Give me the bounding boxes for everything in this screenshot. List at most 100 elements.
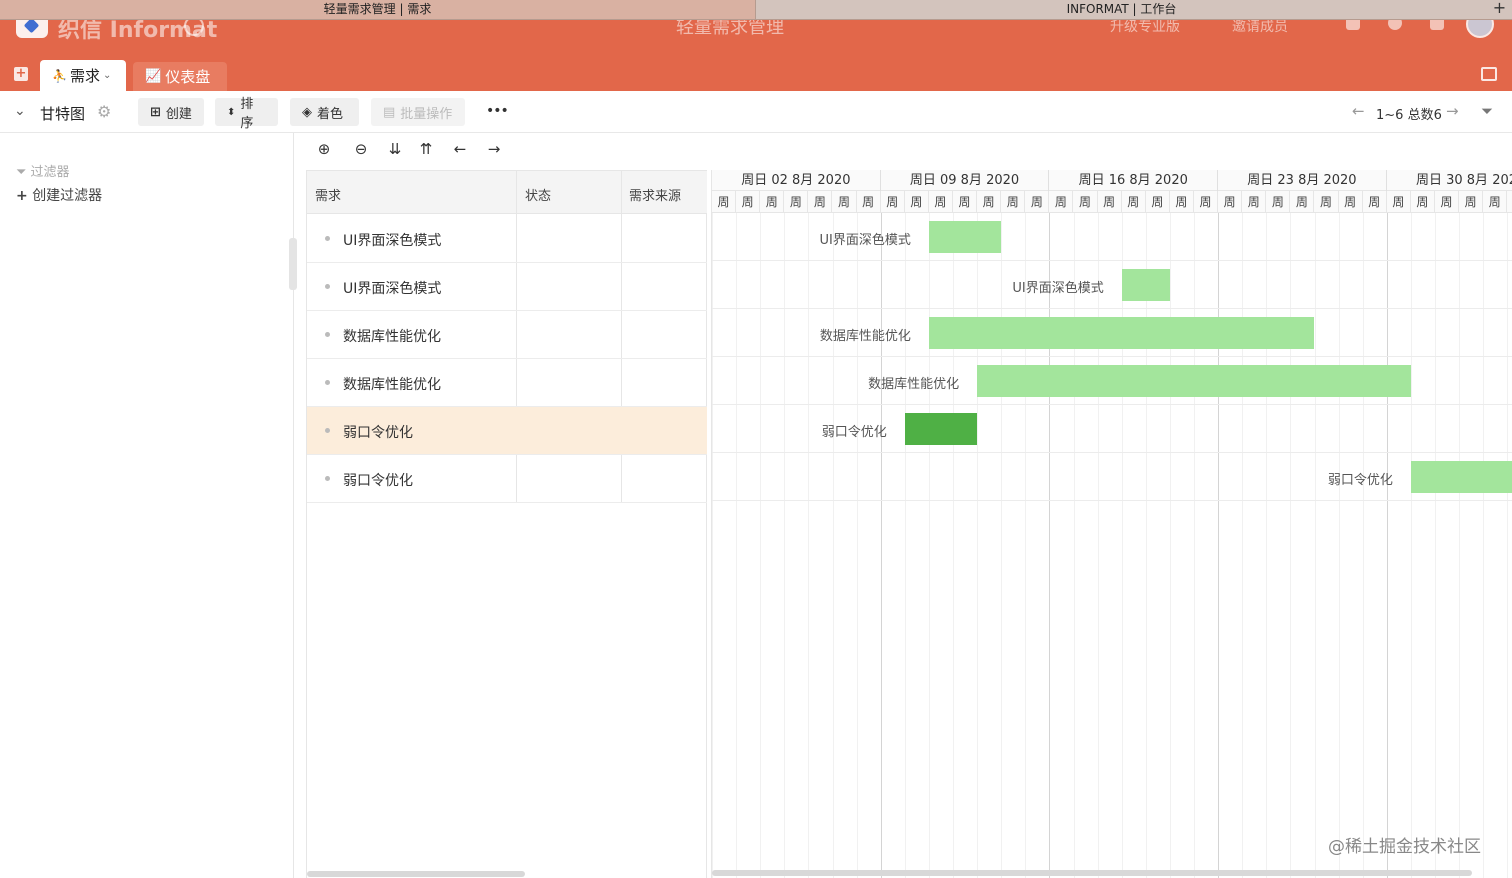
row-bullet	[325, 476, 330, 481]
plus-square-icon: ⊞	[150, 104, 161, 120]
gantt-bar-label: UI界面深色模式	[1012, 281, 1104, 296]
table-row[interactable]: 数据库性能优化	[307, 359, 707, 407]
color-button-label: 着色	[317, 106, 344, 122]
day-label: 周	[1387, 191, 1411, 213]
plus-icon: +	[16, 188, 28, 204]
row-requirement-name[interactable]: 数据库性能优化	[343, 326, 441, 346]
create-filter-button[interactable]: + 创建过滤器	[16, 185, 102, 205]
day-label: 周	[1074, 191, 1098, 213]
expand-all-icon[interactable]: ⇊	[385, 140, 405, 158]
gantt-timeline: 周日 02 8月 2020 周日 09 8月 2020 周日 16 8月 2020 周…	[711, 170, 1512, 878]
add-module-icon[interactable]: +	[14, 67, 28, 81]
week-label: 周日 16 8月 2020	[1049, 170, 1219, 191]
table-row[interactable]: 弱口令优化	[307, 407, 707, 455]
list-icon: ▤	[383, 104, 396, 120]
day-label: 周	[929, 191, 953, 213]
panel-collapse-handle[interactable]	[289, 238, 297, 290]
timeline-scrollbar[interactable]	[712, 870, 1472, 876]
paint-bucket-icon: ◈	[302, 104, 312, 120]
prev-page-arrow-icon[interactable]: ←	[1352, 102, 1365, 120]
column-header-source[interactable]: 需求来源	[629, 185, 681, 204]
filters-heading: ⏷ 过滤器	[16, 161, 70, 180]
day-label: 周	[1001, 191, 1026, 213]
day-label: 周	[1194, 191, 1219, 213]
row-requirement-name[interactable]: 数据库性能优化	[343, 374, 441, 394]
gantt-bar-label: 数据库性能优化	[819, 329, 911, 344]
gantt-bar[interactable]	[928, 221, 1002, 253]
zoom-in-icon[interactable]: ⊕	[314, 140, 334, 158]
week-label: 周日 30 8月 2020	[1387, 170, 1512, 191]
gantt-bar[interactable]	[928, 317, 1315, 349]
row-requirement-name[interactable]: 弱口令优化	[343, 422, 413, 442]
day-label: 周	[736, 191, 761, 213]
gantt-grid: 需求 状态 需求来源 UI界面深色模式 UI界面深色模式 数据库性能优化 数据库性能优…	[306, 170, 707, 878]
timeline-body: UI界面深色模式 UI界面深色模式 数据库性能优化 数据库性能优化 弱口令优化 弱口令优化	[712, 213, 1512, 878]
gantt-bar[interactable]	[904, 413, 978, 445]
tab-requirements[interactable]: ⛹ 需求 ⌄	[40, 60, 126, 91]
view-settings-icon[interactable]: ⚙	[97, 102, 111, 121]
day-label: 周	[977, 191, 1002, 213]
grid-scrollbar[interactable]	[307, 871, 525, 877]
filter-panel: ⏷ 过滤器 + 创建过滤器	[0, 133, 294, 878]
table-row[interactable]: 弱口令优化	[307, 455, 707, 503]
gantt-toolbar: ⊕ ⊖ ⇊ ⇈ ← →	[306, 140, 526, 164]
gantt-bar[interactable]	[1121, 269, 1170, 301]
tab-dashboard-label: 仪表盘	[165, 68, 211, 86]
more-button[interactable]: •••	[486, 103, 509, 119]
browser-tab-workbench[interactable]: INFORMAT | 工作台	[755, 0, 1487, 20]
table-row[interactable]: UI界面深色模式	[307, 215, 707, 263]
chart-icon: 📈	[145, 69, 162, 84]
create-button[interactable]: ⊞ 创建	[138, 98, 204, 126]
sort-icon: ⬍	[227, 106, 236, 118]
row-bullet	[325, 428, 330, 433]
gantt-bar[interactable]	[1410, 461, 1512, 493]
day-label: 周	[712, 191, 737, 213]
tab-requirements-label: 需求	[69, 67, 100, 85]
row-requirement-name[interactable]: UI界面深色模式	[343, 278, 441, 298]
row-bullet	[325, 236, 330, 241]
day-label: 周	[1122, 191, 1146, 213]
new-tab-button[interactable]: +	[1487, 0, 1512, 20]
row-bullet	[325, 284, 330, 289]
week-label: 周日 23 8月 2020	[1218, 170, 1387, 191]
scroll-left-icon[interactable]: ←	[450, 140, 470, 158]
funnel-icon: ⏷	[16, 165, 27, 180]
collapse-icon[interactable]: ⌄	[14, 103, 26, 119]
next-page-arrow-icon[interactable]: →	[1446, 102, 1459, 120]
day-label: 周	[1483, 191, 1508, 213]
day-label: 周	[1266, 191, 1291, 213]
pagination-info: 1~6 总数6	[1376, 108, 1442, 123]
table-row[interactable]: 数据库性能优化	[307, 311, 707, 359]
row-requirement-name[interactable]: 弱口令优化	[343, 470, 413, 490]
sort-button[interactable]: ⬍ 排序	[215, 97, 278, 131]
sort-button-label: 排序	[240, 97, 254, 131]
view-name[interactable]: 甘特图	[40, 103, 85, 124]
scroll-right-icon[interactable]: →	[484, 140, 504, 158]
batch-operation-button[interactable]: ▤ 批量操作	[371, 98, 465, 126]
zoom-out-icon[interactable]: ⊖	[351, 140, 371, 158]
day-label: 周	[1146, 191, 1170, 213]
timeline-day-header: 周周周周周周周周周周周周周周周周周周周周周周周周周周周周周周周周周周	[712, 191, 1512, 213]
day-label: 周	[1025, 191, 1050, 213]
batch-button-label: 批量操作	[400, 106, 453, 122]
timeline-week-header: 周日 02 8月 2020 周日 09 8月 2020 周日 16 8月 2020 周…	[712, 170, 1512, 191]
table-row[interactable]: UI界面深色模式	[307, 263, 707, 311]
window-icon[interactable]	[1481, 67, 1497, 81]
chevron-down-icon: ⌄	[102, 70, 112, 81]
browser-tab-active[interactable]: 轻量需求管理 | 需求	[0, 0, 755, 20]
column-header-status[interactable]: 状态	[525, 185, 551, 204]
day-label: 周	[1507, 191, 1512, 213]
day-label: 周	[857, 191, 881, 213]
column-header-requirement[interactable]: 需求	[315, 185, 341, 204]
tab-dashboard[interactable]: 📈 仪表盘	[133, 62, 227, 91]
gantt-bar-label: UI界面深色模式	[819, 233, 911, 248]
filter-icon[interactable]: ⏷	[1481, 102, 1493, 120]
gantt-bar[interactable]	[977, 365, 1411, 397]
collapse-all-icon[interactable]: ⇈	[416, 140, 436, 158]
day-label: 周	[1290, 191, 1315, 213]
week-label: 周日 09 8月 2020	[881, 170, 1050, 191]
color-button[interactable]: ◈ 着色	[290, 98, 359, 126]
day-label: 周	[1459, 191, 1484, 213]
row-requirement-name[interactable]: UI界面深色模式	[343, 230, 441, 250]
day-label: 周	[1435, 191, 1460, 213]
